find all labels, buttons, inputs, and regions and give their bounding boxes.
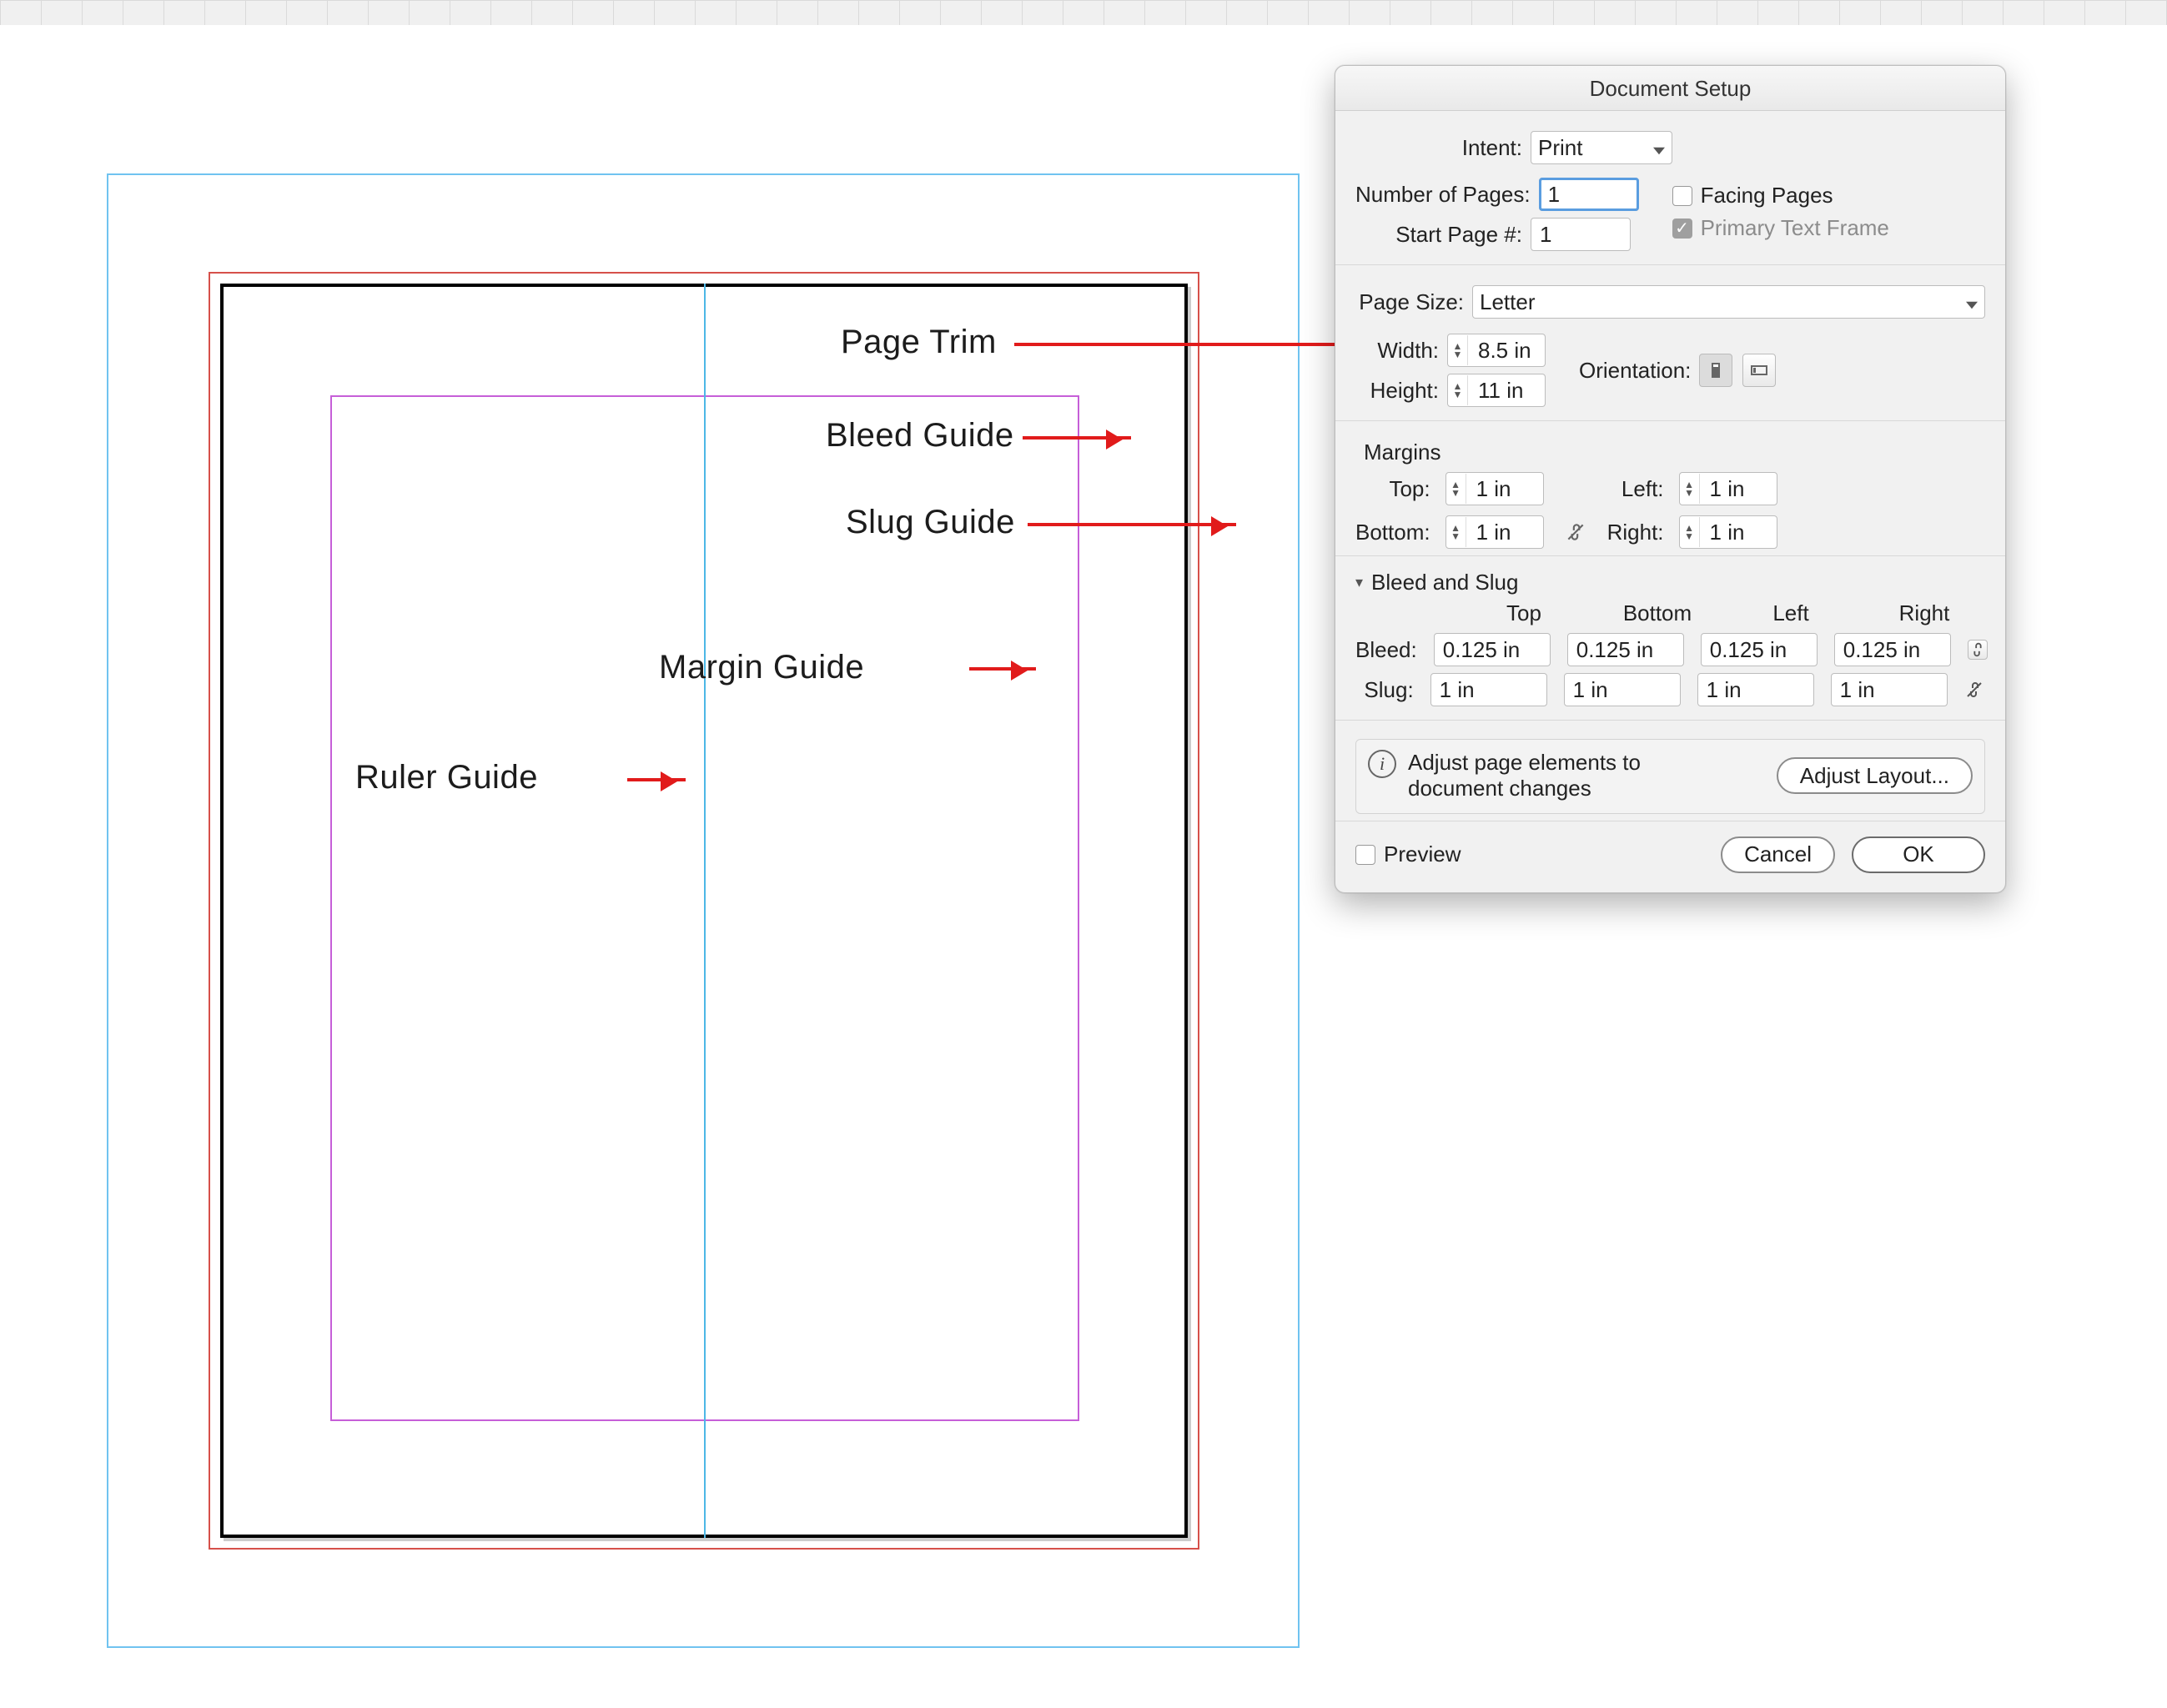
slug-right-input[interactable]: 1 in xyxy=(1831,673,1948,706)
annotation-page-trim: Page Trim xyxy=(841,324,997,361)
stepper-icon[interactable]: ▲▼ xyxy=(1680,517,1700,547)
arrow-bleed xyxy=(1023,436,1131,440)
height-input[interactable]: ▲▼ 11 in xyxy=(1447,374,1546,407)
intent-label: Intent: xyxy=(1355,135,1522,161)
section-adjust: i Adjust page elements to document chang… xyxy=(1335,721,2005,821)
adjust-layout-button[interactable]: Adjust Layout... xyxy=(1777,757,1973,794)
orientation-portrait-button[interactable] xyxy=(1699,354,1732,387)
chevron-down-icon xyxy=(1966,289,1978,315)
orientation-landscape-button[interactable] xyxy=(1742,354,1776,387)
width-label: Width: xyxy=(1355,338,1439,364)
page-size-label: Page Size: xyxy=(1355,289,1464,315)
intent-value: Print xyxy=(1538,135,1582,161)
annotation-ruler-guide: Ruler Guide xyxy=(355,759,538,796)
adjust-layout-text: Adjust page elements to document changes xyxy=(1408,750,1733,801)
ok-button[interactable]: OK xyxy=(1852,836,1985,873)
margin-top-label: Top: xyxy=(1355,476,1430,502)
width-input[interactable]: ▲▼ 8.5 in xyxy=(1447,334,1546,367)
num-pages-input[interactable]: 1 xyxy=(1539,178,1639,211)
preview-checkbox[interactable]: Preview xyxy=(1355,841,1461,867)
link-slug-icon[interactable] xyxy=(1964,680,1985,700)
section-margins: Margins Top: ▲▼1 in Left: ▲▼1 in Bottom:… xyxy=(1335,421,2005,556)
chevron-down-icon: ▾ xyxy=(1355,574,1363,591)
cancel-button[interactable]: Cancel xyxy=(1721,836,1835,873)
primary-text-frame-checkbox: Primary Text Frame xyxy=(1672,215,1889,241)
arrow-ruler xyxy=(627,778,686,781)
page-size-select[interactable]: Letter xyxy=(1472,285,1985,319)
annotation-bleed-guide: Bleed Guide xyxy=(826,417,1014,455)
arrow-margin xyxy=(969,667,1036,671)
checkbox-icon xyxy=(1355,845,1375,865)
slug-left-input[interactable]: 1 in xyxy=(1697,673,1814,706)
info-icon: i xyxy=(1368,750,1396,778)
orientation-label: Orientation: xyxy=(1579,358,1691,384)
link-bleed-icon[interactable] xyxy=(1968,640,1988,660)
checkbox-checked-icon xyxy=(1672,219,1692,239)
bleed-slug-header: TopBottomLeftRight xyxy=(1466,600,1985,626)
margin-bottom-input[interactable]: ▲▼1 in xyxy=(1446,515,1544,549)
margins-title: Margins xyxy=(1364,440,1985,465)
chevron-down-icon xyxy=(1653,135,1665,161)
slug-bottom-input[interactable]: 1 in xyxy=(1564,673,1681,706)
annotation-margin-guide: Margin Guide xyxy=(659,649,864,686)
section-basic: Intent: Print Number of Pages: 1 Start P… xyxy=(1335,111,2005,265)
stepper-icon[interactable]: ▲▼ xyxy=(1448,335,1468,365)
margin-left-label: Left: xyxy=(1607,476,1664,502)
section-bleed-slug: ▾ Bleed and Slug TopBottomLeftRight Blee… xyxy=(1335,556,2005,721)
facing-pages-checkbox[interactable]: Facing Pages xyxy=(1672,183,1889,208)
document-setup-dialog: Document Setup Intent: Print Number of P… xyxy=(1335,65,2006,893)
annotation-slug-guide: Slug Guide xyxy=(846,504,1015,541)
margin-right-input[interactable]: ▲▼1 in xyxy=(1679,515,1777,549)
stepper-icon[interactable]: ▲▼ xyxy=(1448,375,1468,405)
start-page-label: Start Page #: xyxy=(1355,222,1522,248)
bleed-left-input[interactable]: 0.125 in xyxy=(1701,633,1818,666)
bleed-right-input[interactable]: 0.125 in xyxy=(1834,633,1951,666)
dialog-footer: Preview Cancel OK xyxy=(1335,821,2005,892)
margin-top-input[interactable]: ▲▼1 in xyxy=(1446,472,1544,505)
margin-left-input[interactable]: ▲▼1 in xyxy=(1679,472,1777,505)
num-pages-label: Number of Pages: xyxy=(1355,182,1531,208)
bleed-row: Bleed: 0.125 in 0.125 in 0.125 in 0.125 … xyxy=(1355,633,1985,666)
slug-top-input[interactable]: 1 in xyxy=(1430,673,1547,706)
margin-right-label: Right: xyxy=(1607,520,1664,545)
stepper-icon[interactable]: ▲▼ xyxy=(1446,474,1466,504)
link-margins-icon[interactable] xyxy=(1559,515,1592,549)
stepper-icon[interactable]: ▲▼ xyxy=(1446,517,1466,547)
dialog-title: Document Setup xyxy=(1335,66,2005,111)
bleed-top-input[interactable]: 0.125 in xyxy=(1434,633,1551,666)
checkbox-icon xyxy=(1672,186,1692,206)
bleed-bottom-input[interactable]: 0.125 in xyxy=(1567,633,1684,666)
height-label: Height: xyxy=(1355,378,1439,404)
ruler-guide xyxy=(704,284,706,1538)
intent-select[interactable]: Print xyxy=(1531,131,1672,164)
margin-bottom-label: Bottom: xyxy=(1355,520,1430,545)
section-page-size: Page Size: Letter Width: ▲▼ 8.5 in Heigh… xyxy=(1335,265,2005,421)
start-page-input[interactable]: 1 xyxy=(1531,218,1631,251)
stepper-icon[interactable]: ▲▼ xyxy=(1680,474,1700,504)
arrow-slug xyxy=(1028,523,1236,526)
bleed-slug-disclosure[interactable]: ▾ Bleed and Slug xyxy=(1355,570,1985,595)
slug-row: Slug: 1 in 1 in 1 in 1 in xyxy=(1355,673,1985,706)
